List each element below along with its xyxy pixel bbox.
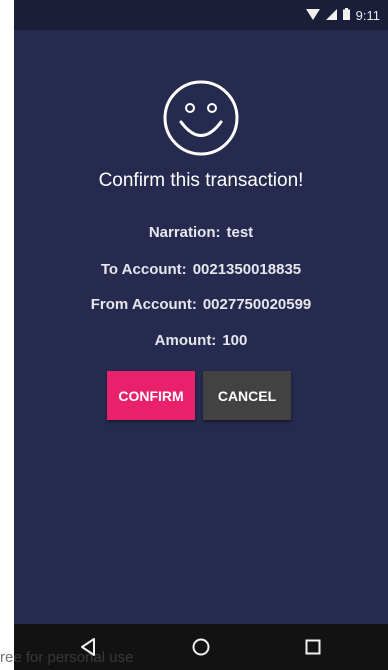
- confirm-button[interactable]: CONFIRM: [107, 371, 195, 420]
- to-account-value: 0021350018835: [192, 261, 302, 278]
- narration-label: Narration:: [148, 224, 221, 241]
- home-icon[interactable]: [187, 635, 215, 659]
- from-account-label: From Account:: [90, 296, 197, 313]
- status-icons: 9:11: [305, 8, 380, 23]
- from-account-row: From Account: 0027750020599: [14, 296, 388, 313]
- dialog-title: Confirm this transaction!: [98, 170, 304, 191]
- smiley-icon: [163, 80, 239, 156]
- watermark-text: ree for personal use: [0, 649, 134, 666]
- battery-icon: [342, 8, 350, 23]
- from-account-value: 0027750020599: [202, 296, 312, 313]
- status-bar: 9:11: [14, 0, 388, 30]
- recents-icon[interactable]: [299, 635, 327, 659]
- amount-row: Amount: 100: [14, 332, 388, 349]
- wifi-icon: [305, 8, 320, 23]
- to-account-row: To Account: 0021350018835: [14, 261, 388, 278]
- cancel-button[interactable]: CANCEL: [203, 371, 291, 420]
- narration-row: Narration: test: [14, 224, 388, 241]
- cell-signal-icon: [325, 8, 337, 23]
- narration-value: test: [226, 224, 254, 241]
- confirm-dialog: Confirm this transaction! Narration: test…: [14, 30, 388, 624]
- amount-label: Amount:: [154, 332, 217, 349]
- to-account-label: To Account:: [100, 261, 187, 278]
- status-time: 9:11: [355, 8, 380, 23]
- phone-screen: 9:11 Confirm this transaction! Narration…: [14, 0, 388, 670]
- amount-value: 100: [222, 332, 248, 349]
